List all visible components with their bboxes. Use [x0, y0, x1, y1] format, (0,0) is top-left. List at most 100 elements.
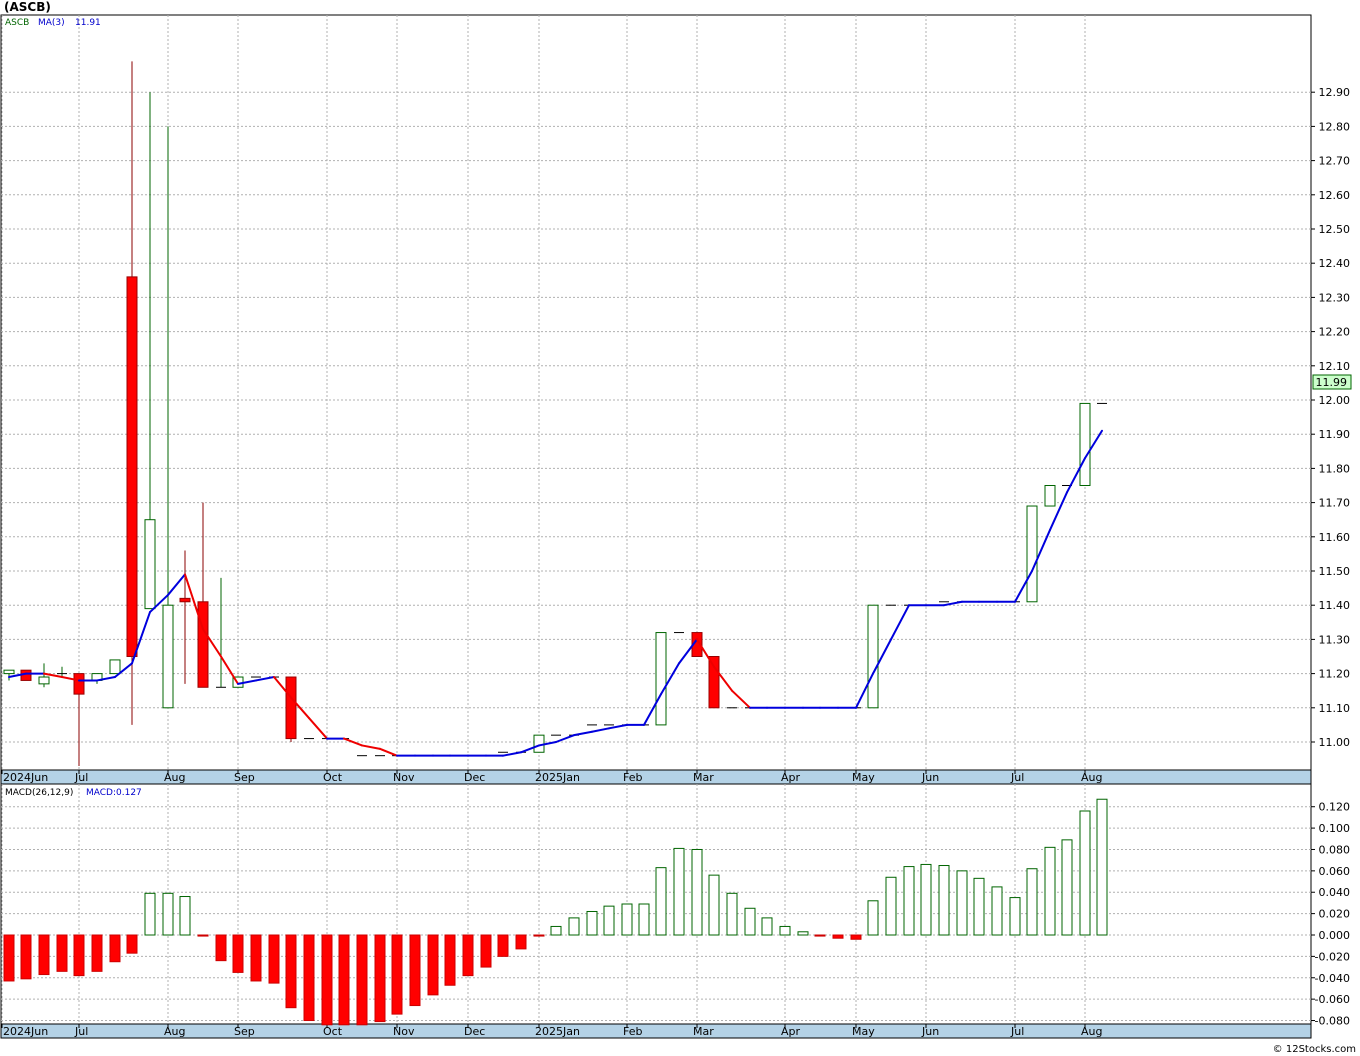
- price-x-tick-label: Feb: [623, 771, 642, 784]
- candle-body: [126, 276, 138, 657]
- macd-bar: [250, 934, 262, 982]
- macd-x-tick-label: Jul: [1010, 1025, 1024, 1038]
- macd-bar: [533, 934, 545, 937]
- price-y-tick-label: 11.90: [1319, 428, 1351, 441]
- price-y-tick-label: 11.60: [1319, 531, 1351, 544]
- price-x-tick-label: Oct: [323, 771, 343, 784]
- macd-bar: [1026, 868, 1038, 936]
- macd-bar: [973, 877, 985, 936]
- macd-bar: [179, 896, 191, 936]
- macd-bar: [1044, 846, 1056, 936]
- macd-bar: [285, 934, 297, 1009]
- macd-bar: [321, 934, 333, 1026]
- macd-panel: -0.080 -0.060 -0.040 -0.020 0.000 0.020 0.040 0…: [0, 783, 1351, 1039]
- candle-body: [38, 676, 50, 685]
- macd-bar: [215, 934, 227, 962]
- macd-bar: [338, 934, 350, 1026]
- price-x-tick-label: Jul: [1010, 771, 1024, 784]
- macd-bar: [427, 934, 439, 996]
- macd-bar: [144, 892, 156, 936]
- macd-bar: [850, 934, 862, 940]
- macd-x-tick-label: Mar: [693, 1025, 714, 1038]
- candle-body: [1079, 402, 1091, 487]
- macd-bar: [991, 886, 1003, 936]
- macd-bar: [744, 907, 756, 936]
- macd-bar: [374, 934, 386, 1023]
- price-y-tick-label: 11.30: [1319, 633, 1351, 646]
- macd-bar: [38, 934, 50, 976]
- macd-bar: [462, 934, 474, 977]
- macd-y-tick-label: -0.040: [1315, 972, 1350, 985]
- stock-chart: 11.00 11.10 11.20 11.30 11.40 11.50 11.60 11.70…: [0, 0, 1360, 1056]
- macd-bar: [1096, 798, 1108, 936]
- macd-bar: [197, 934, 209, 937]
- price-y-tick-label: 12.00: [1319, 394, 1351, 407]
- candle-body: [109, 659, 121, 675]
- candle-body: [144, 519, 156, 610]
- price-y-tick-label: 12.20: [1319, 326, 1351, 339]
- macd-date-axis-band: [0, 1023, 1312, 1039]
- candle-body: [3, 669, 15, 675]
- price-x-tick-label: Mar: [693, 771, 714, 784]
- price-y-tick-label: 11.40: [1319, 599, 1351, 612]
- macd-bar: [73, 934, 85, 977]
- page-title: (ASCB): [4, 0, 51, 14]
- macd-bar: [20, 934, 32, 980]
- price-x-tick-label: 2025Jan: [535, 771, 580, 784]
- macd-bar: [832, 934, 844, 939]
- macd-y-tick-label: -0.060: [1315, 993, 1350, 1006]
- macd-bar: [497, 934, 509, 957]
- macd-bar: [356, 934, 368, 1026]
- price-x-tick-label: Aug: [1081, 771, 1102, 784]
- candle-body: [179, 597, 191, 603]
- macd-bar: [1009, 897, 1021, 936]
- macd-x-tick-label: Dec: [464, 1025, 485, 1038]
- candle-body: [655, 632, 667, 726]
- legend-ma-label: MA(3): [38, 18, 65, 28]
- macd-y-tick-label: -0.020: [1315, 950, 1350, 963]
- candle-body: [1044, 485, 1056, 507]
- price-x-tick-label: Jun: [921, 771, 939, 784]
- macd-bar: [603, 905, 615, 936]
- macd-y-tick-label: 0.060: [1319, 865, 1351, 878]
- legend-ma-value: 11.91: [75, 18, 101, 28]
- macd-x-tick-label: Aug: [164, 1025, 185, 1038]
- macd-bar: [568, 917, 580, 936]
- price-y-tick-label: 12.60: [1319, 189, 1351, 202]
- macd-x-axis: 2024Jun Jul Aug Sep Oct Nov Dec 2025Jan Feb Mar Ap…: [1, 1024, 1102, 1038]
- macd-x-tick-label: 2024Jun: [3, 1025, 48, 1038]
- macd-bar: [920, 863, 932, 936]
- macd-bar: [303, 934, 315, 1022]
- last-price-label: 11.99: [1312, 374, 1352, 390]
- macd-x-tick-label: Aug: [1081, 1025, 1102, 1038]
- price-y-tick-label: 11.20: [1319, 668, 1351, 681]
- price-y-tick-label: 12.30: [1319, 291, 1351, 304]
- macd-y-tick-label: 0.100: [1319, 822, 1351, 835]
- macd-bar: [938, 865, 950, 936]
- price-y-tick-label: 11.00: [1319, 736, 1351, 749]
- price-y-tick-label: 11.10: [1319, 702, 1351, 715]
- macd-bar: [726, 892, 738, 936]
- macd-bar: [391, 934, 403, 1015]
- macd-y-tick-label: 0.020: [1319, 908, 1351, 921]
- macd-bar: [444, 934, 456, 986]
- price-x-tick-label: Nov: [393, 771, 415, 784]
- macd-y-tick-label: 0.040: [1319, 886, 1351, 899]
- macd-bar: [232, 934, 244, 973]
- macd-bar: [621, 903, 633, 936]
- macd-bar: [3, 934, 15, 982]
- last-price-value: 11.99: [1316, 376, 1348, 389]
- macd-bar: [779, 925, 791, 936]
- macd-bar: [268, 934, 280, 984]
- candle-body: [197, 601, 209, 688]
- price-y-tick-label: 12.80: [1319, 120, 1351, 133]
- price-x-tick-label: Sep: [234, 771, 255, 784]
- macd-bar: [550, 925, 562, 936]
- macd-bar: [903, 866, 915, 936]
- macd-x-tick-label: Sep: [234, 1025, 255, 1038]
- candle-body: [867, 604, 879, 709]
- macd-bar: [480, 934, 492, 968]
- price-y-tick-label: 12.40: [1319, 257, 1351, 270]
- credit-text: © 12Stocks.com: [1273, 1044, 1356, 1055]
- macd-y-tick-label: 0.080: [1319, 843, 1351, 856]
